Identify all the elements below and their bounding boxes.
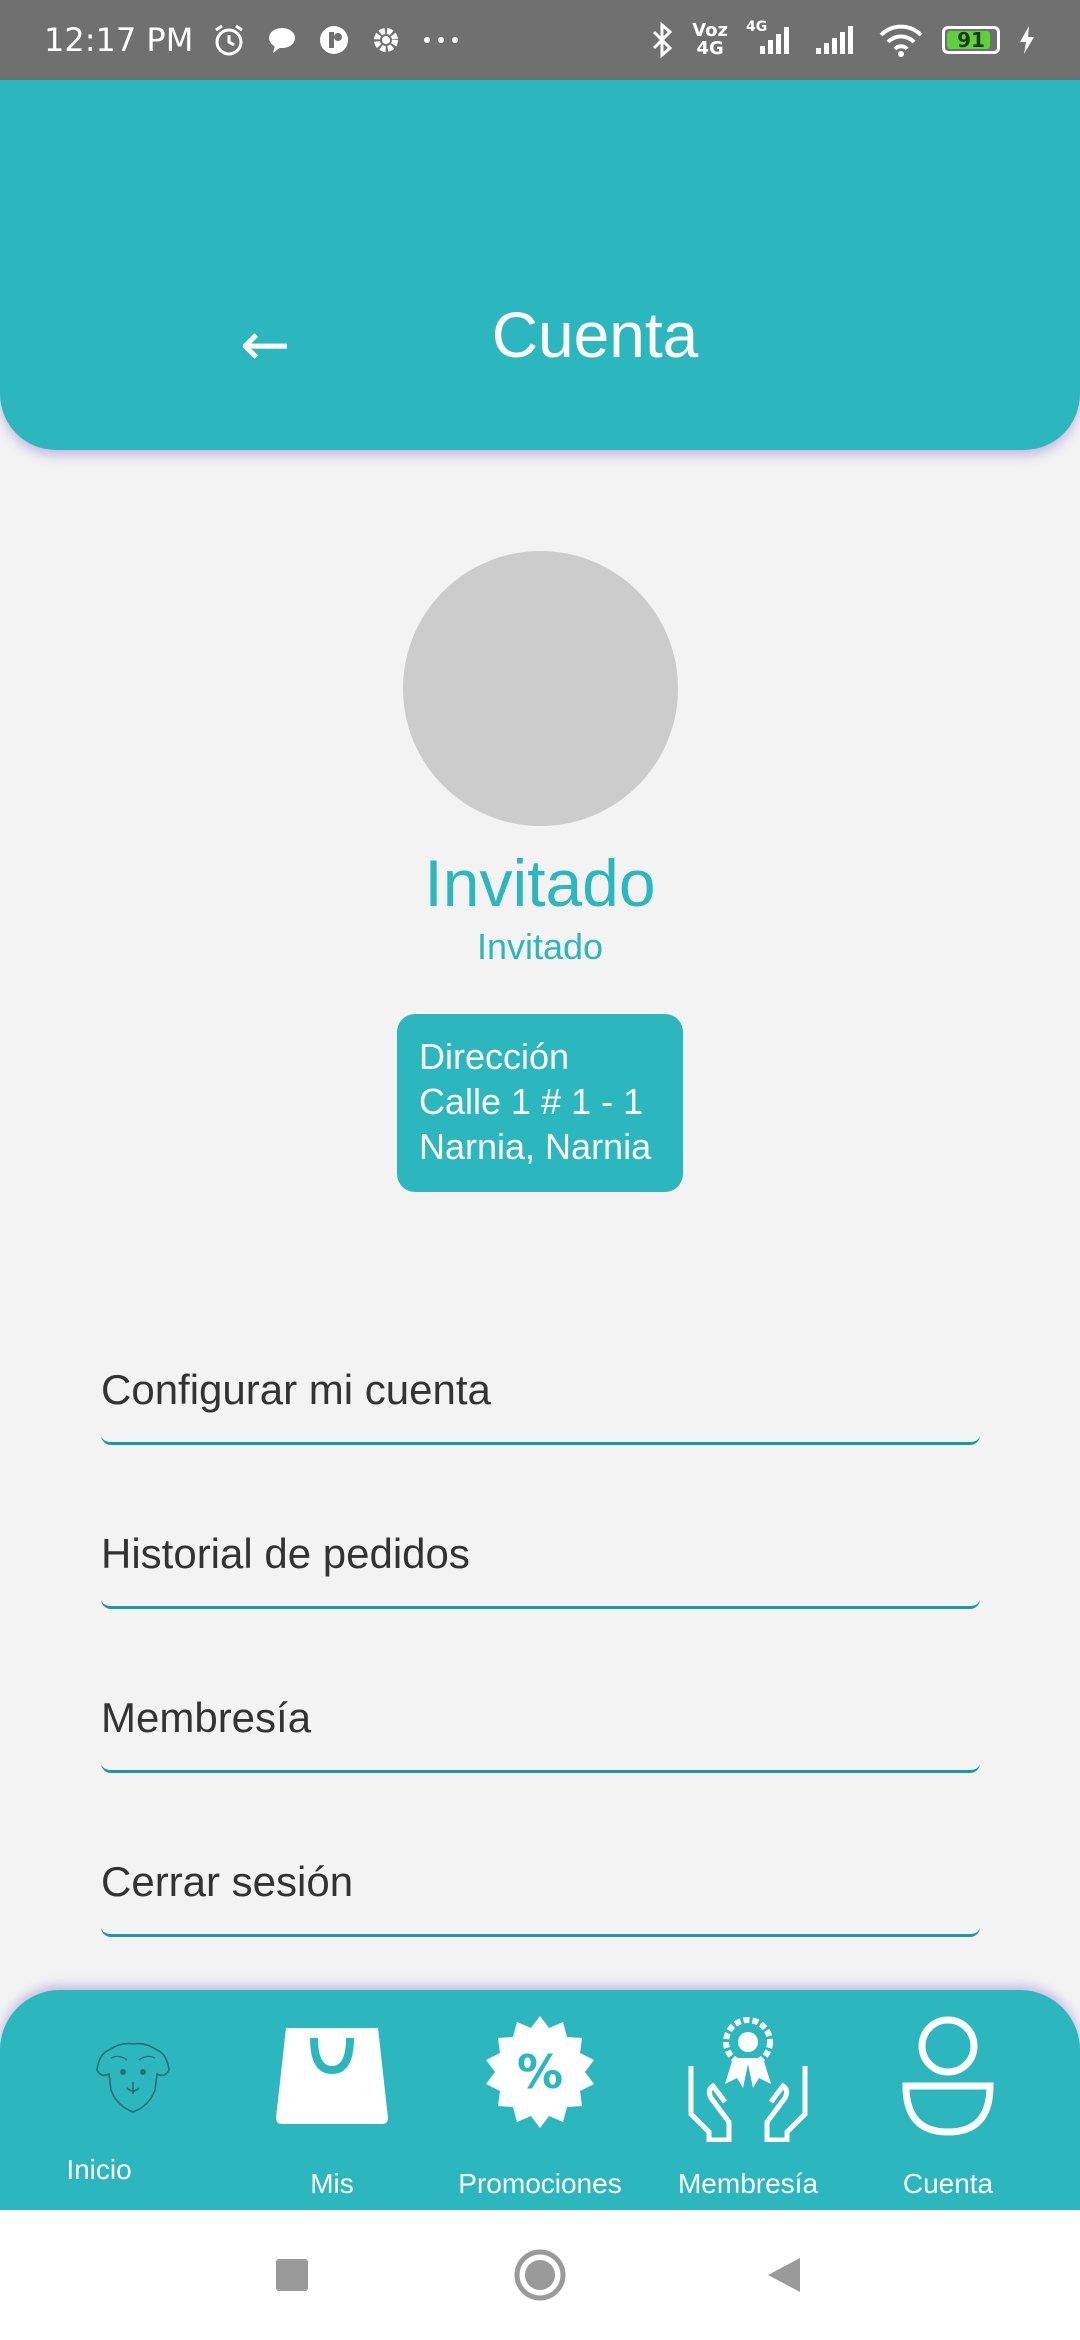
address-line-2: Narnia, Narnia — [419, 1126, 652, 1167]
chat-bubble-icon — [265, 23, 299, 57]
menu-item-historial-pedidos[interactable]: Historial de pedidos — [101, 1519, 980, 1609]
wifi-icon — [878, 23, 924, 57]
signal-icon: 4G — [746, 19, 794, 56]
battery-icon: 91 — [942, 26, 1000, 54]
menu-item-membresia[interactable]: Membresía — [101, 1683, 980, 1773]
user-icon — [900, 2014, 996, 2142]
alarm-icon — [211, 22, 247, 58]
address-line-1: Calle 1 # 1 - 1 — [419, 1081, 644, 1122]
nav-item-mis[interactable]: Mis — [232, 1990, 432, 2210]
nav-label-cuenta: Cuenta — [902, 2168, 994, 2199]
nav-item-inicio[interactable]: Inicio — [33, 1990, 233, 2210]
nav-item-promociones[interactable]: % Promociones — [440, 1990, 640, 2210]
status-right: Voz 4G 4G 91 — [650, 19, 1036, 58]
volte-indicator: Voz 4G — [692, 22, 728, 58]
avatar[interactable] — [403, 551, 678, 826]
nav-label-mis: Mis — [310, 2168, 354, 2199]
menu-item-cerrar-sesion[interactable]: Cerrar sesión — [101, 1847, 980, 1937]
profile-role: Invitado — [476, 926, 604, 967]
bottom-nav: Inicio Mis % Promociones Membresía Cuent… — [0, 1990, 1080, 2210]
charging-bolt-icon — [1018, 25, 1036, 55]
dog-icon — [91, 2034, 175, 2122]
nav-label-membresia: Membresía — [677, 2168, 819, 2199]
nav-item-cuenta[interactable]: Cuenta — [848, 1990, 1048, 2210]
more-dots-icon — [421, 35, 461, 45]
network-type-text: 4G — [746, 19, 768, 35]
percent-badge-icon: % — [479, 2014, 601, 2140]
signal-icon — [812, 24, 860, 56]
nav-item-membresia[interactable]: Membresía — [648, 1990, 848, 2210]
svg-text:%: % — [517, 2045, 563, 2099]
nav-label-inicio: Inicio — [66, 2154, 132, 2185]
volte-bottom-text: 4G — [696, 38, 724, 59]
profile-name: Invitado — [424, 846, 656, 920]
status-time: 12:17 PM — [44, 21, 194, 59]
home-circle-icon[interactable] — [480, 2210, 600, 2340]
back-triangle-icon[interactable] — [724, 2210, 844, 2340]
system-nav-bar — [0, 2210, 1080, 2340]
nav-label-promociones: Promociones — [458, 2168, 622, 2199]
battery-level: 91 — [957, 28, 985, 52]
recents-square-icon[interactable] — [232, 2210, 352, 2340]
address-label: Dirección — [419, 1036, 570, 1077]
shopping-bag-icon — [272, 2018, 392, 2132]
menu-item-configurar-cuenta[interactable]: Configurar mi cuenta — [101, 1355, 980, 1445]
settings-gear-icon — [369, 23, 403, 57]
status-left: 12:17 PM — [44, 21, 461, 59]
page-title: Cuenta — [491, 299, 699, 371]
app-header: ← Cuenta — [0, 80, 1080, 450]
bluetooth-icon — [650, 22, 674, 58]
award-hands-icon — [681, 2006, 815, 2146]
app-notification-icon — [317, 23, 351, 57]
status-bar: 12:17 PM Voz 4G 4G 91 — [0, 0, 1080, 80]
address-card[interactable]: Dirección Calle 1 # 1 - 1 Narnia, Narnia — [397, 1014, 683, 1192]
